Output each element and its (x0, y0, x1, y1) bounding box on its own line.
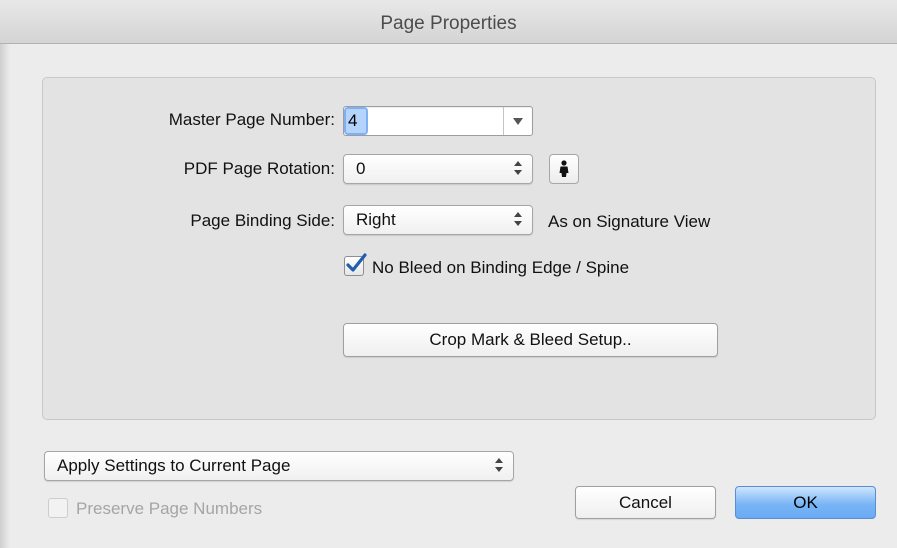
page-binding-side-select[interactable]: Right (343, 205, 533, 235)
window-edge (0, 44, 10, 548)
no-bleed-label[interactable]: No Bleed on Binding Edge / Spine (372, 258, 629, 278)
pdf-page-rotation-label: PDF Page Rotation: (183, 159, 335, 178)
master-page-number-combo[interactable] (343, 106, 533, 136)
binding-side-note: As on Signature View (548, 212, 711, 231)
pdf-page-rotation-select[interactable]: 0 (343, 154, 533, 184)
page-binding-side-value: Right (356, 210, 396, 229)
title-bar: Page Properties (0, 0, 897, 44)
window-title: Page Properties (380, 13, 517, 34)
master-page-number-input[interactable] (344, 107, 368, 135)
preserve-page-numbers-label: Preserve Page Numbers (76, 499, 263, 518)
page-binding-side-label: Page Binding Side: (190, 211, 335, 230)
checkmark-icon (346, 253, 367, 272)
ok-button[interactable]: OK (735, 486, 876, 519)
up-down-arrows-icon (514, 209, 522, 232)
preserve-page-numbers-checkbox (48, 498, 68, 518)
apply-scope-select[interactable]: Apply Settings to Current Page (44, 451, 514, 481)
pdf-page-rotation-value: 0 (356, 159, 366, 178)
cancel-button[interactable]: Cancel (575, 486, 716, 519)
up-down-arrows-icon (514, 158, 522, 181)
up-down-arrows-icon (495, 455, 503, 478)
apply-scope-value: Apply Settings to Current Page (57, 456, 291, 475)
person-icon (559, 160, 569, 177)
page-properties-dialog: Page Properties Master Page Number: PDF … (0, 0, 897, 548)
master-page-number-label: Master Page Number: (168, 110, 335, 129)
rotation-preview-button[interactable] (549, 154, 579, 184)
no-bleed-checkbox[interactable] (344, 253, 367, 276)
crop-mark-bleed-setup-button[interactable]: Crop Mark & Bleed Setup.. (343, 323, 718, 357)
chevron-down-icon[interactable] (503, 107, 532, 135)
